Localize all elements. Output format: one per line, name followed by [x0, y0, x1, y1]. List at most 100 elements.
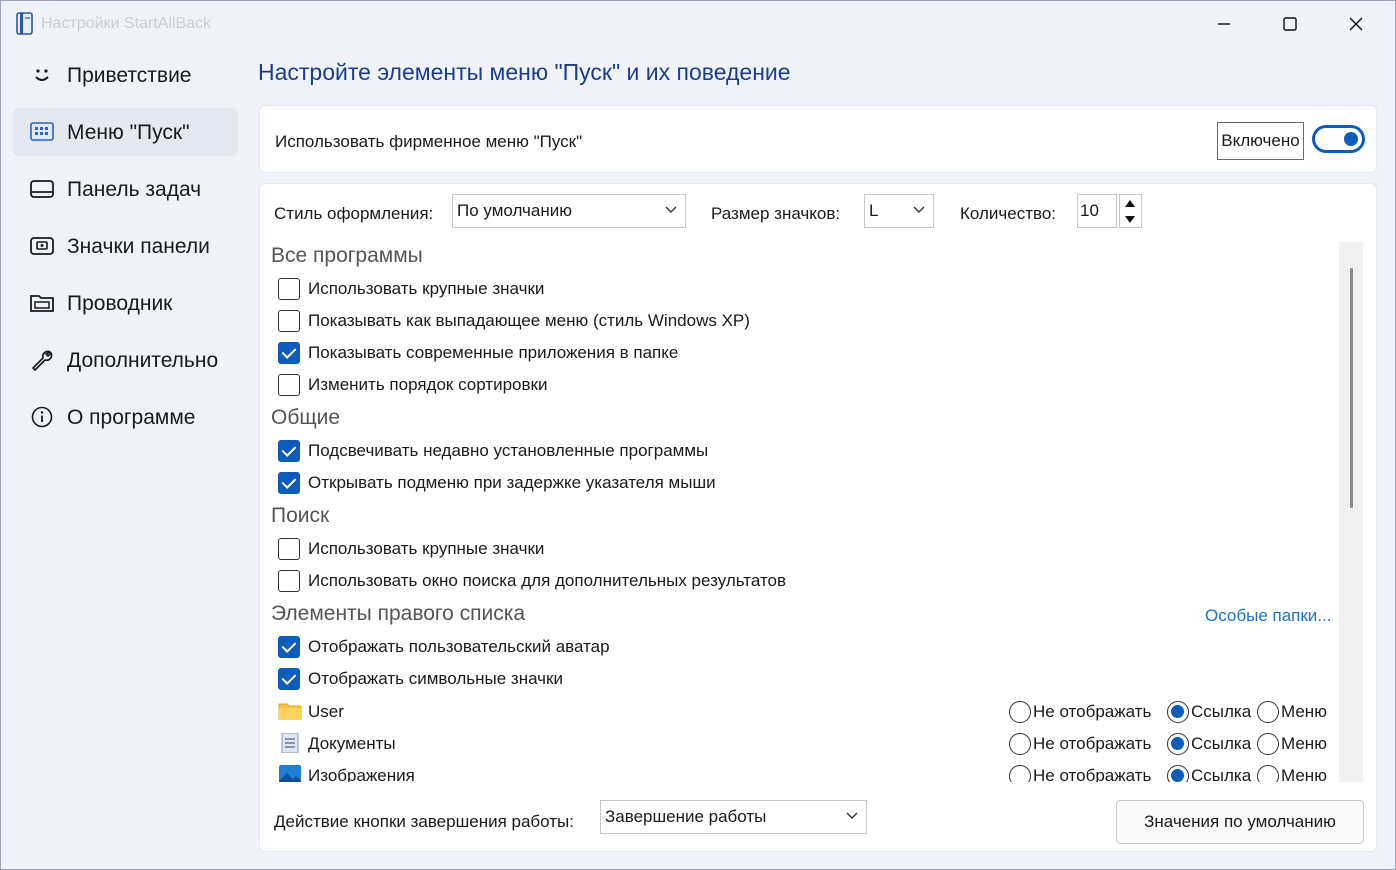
checkbox[interactable] [278, 472, 300, 494]
maximize-icon [1283, 17, 1297, 31]
radio-button[interactable] [1257, 765, 1279, 782]
options-scroll-area[interactable]: Все программы Использовать крупные значк… [260, 242, 1364, 782]
sidebar-item-advanced[interactable]: Дополнительно [13, 336, 238, 384]
radio-link[interactable]: Ссылка [1167, 733, 1251, 755]
option-label: Подсвечивать недавно установленные прогр… [308, 441, 709, 460]
radio-hide[interactable]: Не отображать [1009, 765, 1151, 782]
radio-menu[interactable]: Меню [1257, 765, 1327, 782]
documents-icon [281, 733, 299, 753]
sidebar-item-tray-icons[interactable]: Значки панели [13, 222, 238, 270]
radio-label: Не отображать [1033, 766, 1152, 782]
branded-menu-toggle[interactable] [1312, 125, 1365, 153]
window-title: Настройки StartAllBack [41, 15, 212, 32]
style-label: Стиль оформления: [274, 204, 434, 223]
radio-button[interactable] [1167, 733, 1189, 755]
section-general: Общие [271, 406, 341, 429]
shutdown-action-dropdown[interactable]: Завершение работы [600, 800, 867, 834]
minimize-icon [1218, 23, 1230, 25]
radio-label: Меню [1281, 734, 1327, 753]
checkbox[interactable] [278, 278, 300, 300]
checkbox[interactable] [278, 310, 300, 332]
sidebar-item-label: О программе [67, 406, 196, 429]
radio-label: Не отображать [1033, 702, 1152, 721]
radio-menu[interactable]: Меню [1257, 733, 1327, 755]
folder-row-user: User Не отображать Ссылка Меню [278, 699, 1338, 725]
count-stepper[interactable] [1119, 194, 1142, 228]
vertical-scrollbar[interactable] [1339, 242, 1363, 782]
radio-label: Не отображать [1033, 734, 1152, 753]
restore-defaults-button[interactable]: Значения по умолчанию [1116, 800, 1364, 844]
options-card: Стиль оформления: По умолчанию Размер зн… [259, 183, 1377, 852]
folder-name: User [308, 702, 344, 721]
sidebar-item-explorer[interactable]: Проводник [13, 279, 238, 327]
sidebar-item-welcome[interactable]: Приветствие [13, 51, 238, 99]
radio-menu[interactable]: Меню [1257, 701, 1327, 723]
toggle-knob [1344, 132, 1358, 146]
count-value: 10 [1080, 201, 1099, 220]
option-row[interactable]: Отображать пользовательский аватар [278, 634, 610, 660]
maximize-button[interactable] [1257, 1, 1323, 47]
folder-row-documents: Документы Не отображать Ссылка Меню [278, 731, 1338, 757]
stepper-down-icon[interactable] [1125, 216, 1135, 223]
icon-size-dropdown[interactable]: L [864, 194, 934, 228]
sidebar-item-start-menu[interactable]: Меню "Пуск" [13, 108, 238, 156]
sidebar-item-about[interactable]: О программе [13, 393, 238, 441]
info-icon [31, 406, 53, 428]
radio-link[interactable]: Ссылка [1167, 701, 1251, 723]
radio-hide[interactable]: Не отображать [1009, 701, 1151, 723]
option-row[interactable]: Показывать как выпадающее меню (стиль Wi… [278, 308, 750, 334]
radio-button[interactable] [1167, 765, 1189, 782]
option-row[interactable]: Использовать окно поиска для дополнитель… [278, 568, 786, 594]
option-row[interactable]: Использовать крупные значки [278, 536, 544, 562]
checkbox[interactable] [278, 570, 300, 592]
option-label: Показывать как выпадающее меню (стиль Wi… [308, 311, 750, 330]
option-label: Отображать символьные значки [308, 669, 563, 688]
checkbox[interactable] [278, 538, 300, 560]
checkbox[interactable] [278, 374, 300, 396]
checkbox[interactable] [278, 636, 300, 658]
radio-button[interactable] [1009, 733, 1031, 755]
option-row[interactable]: Отображать символьные значки [278, 666, 563, 692]
chevron-down-icon [665, 206, 677, 213]
minimize-button[interactable] [1191, 1, 1257, 47]
option-row[interactable]: Использовать крупные значки [278, 276, 544, 302]
radio-button[interactable] [1167, 701, 1189, 723]
folder-name: Документы [308, 734, 396, 753]
section-right-list: Элементы правого списка [271, 602, 526, 625]
settings-window: Настройки StartAllBack Приветствие Меню [0, 0, 1396, 870]
checkbox[interactable] [278, 440, 300, 462]
radio-link[interactable]: Ссылка [1167, 765, 1251, 782]
sidebar-nav: Приветствие Меню "Пуск" Панель задач Зна… [13, 51, 238, 450]
folder-name: Изображения [308, 766, 415, 782]
wrench-icon [32, 350, 53, 371]
option-label: Использовать окно поиска для дополнитель… [308, 571, 787, 590]
option-label: Показывать современные приложения в папк… [308, 343, 679, 362]
start-menu-icon [30, 122, 54, 141]
style-dropdown[interactable]: По умолчанию [452, 194, 686, 228]
radio-button[interactable] [1257, 701, 1279, 723]
radio-hide[interactable]: Не отображать [1009, 733, 1151, 755]
title-bar: Настройки StartAllBack [1, 1, 1395, 47]
radio-label: Ссылка [1191, 766, 1252, 782]
chevron-down-icon [913, 206, 925, 213]
chevron-down-icon [846, 812, 858, 819]
close-button[interactable] [1323, 1, 1389, 47]
option-row[interactable]: Показывать современные приложения в папк… [278, 340, 678, 366]
enabled-state-label[interactable]: Включено [1217, 122, 1304, 160]
special-folders-link[interactable]: Особые папки... [1205, 606, 1331, 626]
count-input[interactable]: 10 [1077, 194, 1117, 228]
option-row[interactable]: Подсвечивать недавно установленные прогр… [278, 438, 708, 464]
pictures-icon [279, 765, 301, 782]
option-row[interactable]: Изменить порядок сортировки [278, 372, 547, 398]
scrollbar-thumb[interactable] [1350, 268, 1353, 508]
radio-button[interactable] [1009, 701, 1031, 723]
radio-button[interactable] [1009, 765, 1031, 782]
radio-button[interactable] [1257, 733, 1279, 755]
checkbox[interactable] [278, 342, 300, 364]
stepper-up-icon[interactable] [1125, 200, 1135, 207]
app-book-icon [16, 12, 33, 35]
sidebar-item-taskbar[interactable]: Панель задач [13, 165, 238, 213]
checkbox[interactable] [278, 668, 300, 690]
option-row[interactable]: Открывать подменю при задержке указателя… [278, 470, 716, 496]
shutdown-action-label: Действие кнопки завершения работы: [274, 812, 574, 831]
